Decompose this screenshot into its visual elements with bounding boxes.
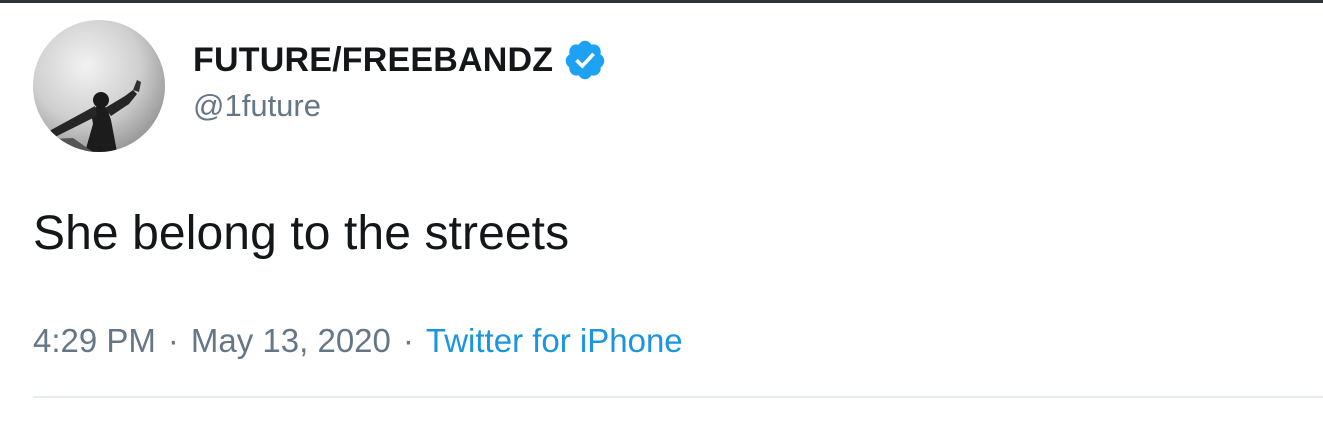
tweet-source-link[interactable]: Twitter for iPhone: [426, 322, 683, 360]
avatar[interactable]: [33, 20, 165, 152]
profile-photo-icon: [33, 20, 165, 152]
user-handle[interactable]: @1future: [193, 88, 607, 124]
tweet-metadata: 4:29 PM · May 13, 2020 · Twitter for iPh…: [33, 322, 683, 360]
tweet-time[interactable]: 4:29 PM: [33, 322, 156, 360]
author-block: FUTURE/FREEBANDZ @1future: [193, 38, 607, 124]
bottom-divider: [33, 396, 1323, 398]
display-name[interactable]: FUTURE/FREEBANDZ: [193, 41, 553, 80]
name-row: FUTURE/FREEBANDZ: [193, 38, 607, 82]
meta-separator: ·: [167, 322, 179, 359]
meta-separator: ·: [402, 322, 414, 359]
verified-badge-icon: [563, 38, 607, 82]
tweet-card: FUTURE/FREEBANDZ @1future She belong to …: [0, 0, 1323, 440]
tweet-text: She belong to the streets: [33, 207, 570, 260]
tweet-date[interactable]: May 13, 2020: [191, 322, 391, 360]
